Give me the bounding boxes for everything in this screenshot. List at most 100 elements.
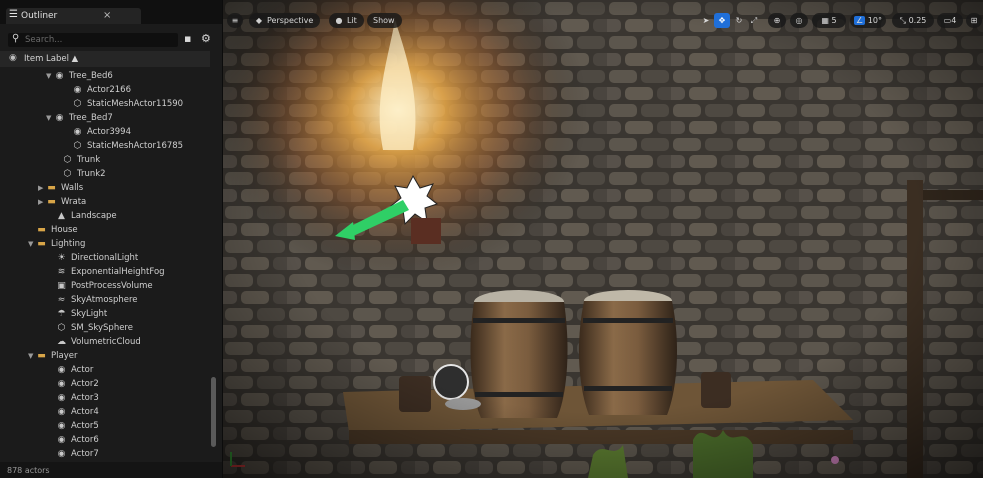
show-label: Show bbox=[373, 16, 395, 25]
viewport-scene[interactable] bbox=[223, 0, 983, 478]
tree-row-label: SkyAtmosphere bbox=[71, 295, 138, 305]
collapse-arrow-icon[interactable]: ▼ bbox=[28, 352, 33, 360]
visibility-eye-icon[interactable]: ◉ bbox=[9, 53, 17, 63]
fog-icon: ≋ bbox=[57, 267, 66, 277]
actor-icon: ◉ bbox=[57, 393, 66, 403]
select-tool-icon[interactable]: ➤ bbox=[699, 13, 713, 28]
tree-row[interactable]: ▬ House bbox=[0, 224, 210, 238]
tree-row-label: Tree_Bed6 bbox=[69, 71, 113, 81]
tree-row[interactable]: ◉ Actor5 bbox=[0, 420, 210, 434]
tree-row[interactable]: ▼ ▬ Player bbox=[0, 350, 210, 364]
close-icon[interactable]: × bbox=[103, 10, 111, 21]
outliner-tab[interactable]: ☰ Outliner × bbox=[6, 8, 141, 24]
actor-icon: ◉ bbox=[57, 365, 66, 375]
tree-row-label: Actor7 bbox=[71, 449, 99, 459]
translate-tool-icon[interactable]: ✥ bbox=[714, 13, 730, 28]
tree-row[interactable]: ☁ VolumetricCloud bbox=[0, 336, 210, 350]
static-mesh-icon: ⬡ bbox=[73, 99, 82, 109]
tree-row[interactable]: ◉ Actor2166 bbox=[0, 84, 210, 98]
tree-row[interactable]: ◉ Actor6 bbox=[0, 434, 210, 448]
grid-snap-button[interactable]: ▦ 5 bbox=[812, 13, 846, 28]
viewport-menu-button[interactable]: ≡ bbox=[227, 13, 243, 28]
tree-row[interactable]: ⬡ StaticMeshActor11590 bbox=[0, 98, 210, 112]
outliner-scrollbar[interactable] bbox=[211, 377, 216, 447]
tree-row[interactable]: ◉ Actor bbox=[0, 364, 210, 378]
tree-row[interactable]: ☂ SkyLight bbox=[0, 308, 210, 322]
collapse-arrow-icon[interactable]: ▼ bbox=[46, 114, 51, 122]
tree-row[interactable]: ☀ DirectionalLight bbox=[0, 252, 210, 266]
scale-snap-button[interactable]: ⤡ 0.25 bbox=[892, 13, 934, 28]
tree-row[interactable]: ◉ Actor3 bbox=[0, 392, 210, 406]
expand-arrow-icon[interactable]: ▶ bbox=[38, 184, 43, 192]
surface-snap-icon[interactable]: ◎ bbox=[790, 13, 808, 28]
settings-icon[interactable]: ⚙ bbox=[201, 32, 211, 45]
grid-icon: ▦ bbox=[821, 16, 829, 25]
maximize-viewport-icon[interactable]: ⊞ bbox=[966, 13, 982, 28]
outliner-icon: ☰ bbox=[9, 9, 18, 20]
actor-icon: ◉ bbox=[73, 127, 82, 137]
tree-row-label: Player bbox=[51, 351, 78, 361]
grid-snap-value: 5 bbox=[831, 16, 837, 25]
camera-speed-button[interactable]: ▭4 bbox=[937, 13, 963, 28]
level-viewport[interactable]: ≡ ◆ Perspective ● Lit Show ➤ ✥ ↻ ⤢ ⊕ ◎ ▦ 5… bbox=[223, 0, 983, 478]
tree-row[interactable]: ⬡ Trunk2 bbox=[0, 168, 210, 182]
lit-button[interactable]: ● Lit bbox=[329, 13, 364, 28]
sky-light-icon: ☂ bbox=[57, 309, 66, 319]
tree-row-label: Lighting bbox=[51, 239, 86, 249]
tree-row-label: Actor4 bbox=[71, 407, 99, 417]
tree-row-label: Actor3 bbox=[71, 393, 99, 403]
search-input[interactable] bbox=[25, 34, 173, 45]
expand-arrow-icon[interactable]: ▶ bbox=[38, 198, 43, 206]
search-box[interactable]: ⚲ bbox=[8, 33, 178, 47]
static-mesh-icon: ⬡ bbox=[63, 155, 72, 165]
tree-row[interactable]: ◉ Actor7 bbox=[0, 448, 210, 462]
tree-row[interactable]: ⬡ StaticMeshActor16785 bbox=[0, 140, 210, 154]
actor-icon: ◉ bbox=[57, 449, 66, 459]
tree-row[interactable]: ▶ ▬ Wrata bbox=[0, 196, 210, 210]
actor-icon: ◉ bbox=[57, 435, 66, 445]
tree-row[interactable]: ▲ Landscape bbox=[0, 210, 210, 224]
collapse-arrow-icon[interactable]: ▼ bbox=[46, 72, 51, 80]
tree-row-label: Actor2 bbox=[71, 379, 99, 389]
collapse-arrow-icon[interactable]: ▼ bbox=[28, 240, 33, 248]
tree-row-label: DirectionalLight bbox=[71, 253, 139, 263]
column-header[interactable]: ◉ Item Label ▲ bbox=[0, 51, 210, 67]
angle-icon: ∠ bbox=[854, 16, 866, 25]
world-space-icon[interactable]: ⊕ bbox=[768, 13, 786, 28]
tree-row[interactable]: ▼ ▬ Lighting bbox=[0, 238, 210, 252]
tree-row[interactable]: ◉ Actor4 bbox=[0, 406, 210, 420]
tree-row[interactable]: ▼ ◉ Tree_Bed7 bbox=[0, 112, 210, 126]
tree-row[interactable]: ◉ Actor3994 bbox=[0, 126, 210, 140]
show-button[interactable]: Show bbox=[367, 13, 402, 28]
tree-row-label: Walls bbox=[61, 183, 84, 193]
outliner-tab-bar: ☰ Outliner × bbox=[0, 0, 222, 24]
tree-row[interactable]: ◉ Actor2 bbox=[0, 378, 210, 392]
scale-snap-value: 0.25 bbox=[908, 16, 927, 25]
tree-row[interactable]: ▣ PostProcessVolume bbox=[0, 280, 210, 294]
scale-snap-icon: ⤡ bbox=[899, 16, 907, 25]
camera-speed-value: 4 bbox=[951, 16, 957, 25]
tree-row-label: House bbox=[51, 225, 78, 235]
perspective-button[interactable]: ◆ Perspective bbox=[249, 13, 321, 28]
tree-row[interactable]: ▶ ▬ Walls bbox=[0, 182, 210, 196]
static-mesh-icon: ⬡ bbox=[57, 323, 66, 333]
folder-icon: ▬ bbox=[37, 351, 46, 361]
tree-row[interactable]: ⬡ SM_SkySphere bbox=[0, 322, 210, 336]
tree-row[interactable]: ≋ ExponentialHeightFog bbox=[0, 266, 210, 280]
outliner-tree: ▼ ◉ Tree_Bed6 ◉ Actor2166 ⬡ StaticMeshActor115… bbox=[0, 70, 210, 462]
tree-row-label: SM_SkySphere bbox=[71, 323, 133, 333]
add-folder-icon[interactable]: ▪ bbox=[184, 32, 191, 45]
scale-tool-icon[interactable]: ⤢ bbox=[747, 13, 761, 28]
item-label-header[interactable]: Item Label ▲ bbox=[24, 54, 78, 64]
folder-icon: ▬ bbox=[47, 183, 56, 193]
tree-row[interactable]: ▼ ◉ Tree_Bed6 bbox=[0, 70, 210, 84]
tree-row-label: Actor2166 bbox=[87, 85, 131, 95]
tree-row[interactable]: ≈ SkyAtmosphere bbox=[0, 294, 210, 308]
rotate-tool-icon[interactable]: ↻ bbox=[732, 13, 746, 28]
tree-row-label: VolumetricCloud bbox=[71, 337, 141, 347]
actor-icon: ◉ bbox=[57, 421, 66, 431]
static-mesh-icon: ⬡ bbox=[63, 169, 72, 179]
static-mesh-icon: ⬡ bbox=[73, 141, 82, 151]
tree-row[interactable]: ⬡ Trunk bbox=[0, 154, 210, 168]
rotation-snap-button[interactable]: ∠ 10° bbox=[850, 13, 886, 28]
